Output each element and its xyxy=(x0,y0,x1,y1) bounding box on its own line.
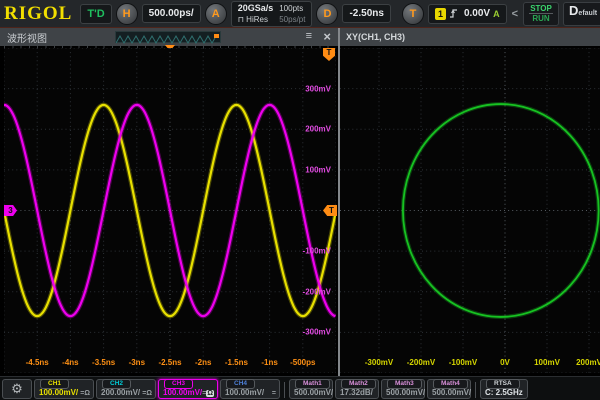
rising-edge-icon xyxy=(449,8,461,19)
rtsa-box[interactable]: RTSA C: 2.5GHz xyxy=(480,379,528,399)
close-icon[interactable]: × xyxy=(323,29,331,44)
axis-tick-label: -2ns xyxy=(195,358,211,367)
trigger-status-indicator: T'D xyxy=(80,4,111,24)
xy-view-title: XY(CH1, CH3) xyxy=(340,32,405,42)
axis-tick-label: -3.5ns xyxy=(92,358,115,367)
axis-tick-label: -100mV xyxy=(303,247,331,256)
menu-icon[interactable]: ≡ xyxy=(306,30,312,42)
channel-box-ch4[interactable]: CH4 100.00mV/ = xyxy=(220,379,280,399)
axis-tick-label: -1.5ns xyxy=(225,358,248,367)
default-button[interactable]: Default xyxy=(563,2,600,26)
axis-tick-label: 100mV xyxy=(534,358,560,367)
trigger-source-chip: 1 xyxy=(435,8,446,20)
axis-tick-label: 0V xyxy=(500,358,510,367)
axis-tick-label: 200mV xyxy=(576,358,600,367)
trigger-sweep-mode: A xyxy=(493,9,500,19)
oscilloscope-screen: RIGOL T'D H 500.00ps/ A 20GSa/s ⊓ HiRes … xyxy=(0,0,600,400)
axis-tick-label: 200mV xyxy=(305,125,331,134)
horizontal-button[interactable]: H xyxy=(116,3,138,25)
bottom-status-bar: ⚙ CH1 100.00mV/ =Ω CH2 200.00mV/ =Ω CH3 … xyxy=(0,376,600,400)
acquisition-button[interactable]: A xyxy=(205,3,227,25)
stop-run-button[interactable]: STOP RUN xyxy=(523,2,559,26)
sample-interval: 50ps/pt xyxy=(279,14,305,25)
collapse-toolbar-icon[interactable]: < xyxy=(511,8,519,20)
waveform-view-title: 波形视图 xyxy=(0,30,47,45)
trigger-level-value: 0.00V xyxy=(464,8,490,19)
separator xyxy=(284,382,285,398)
xy-trace xyxy=(340,48,600,373)
xy-plot-grid[interactable]: -300mV -200mV -100mV 0V 100mV 200mV xyxy=(340,48,600,373)
axis-tick-label: -4.5ns xyxy=(26,358,49,367)
settings-gear-button[interactable]: ⚙ xyxy=(2,379,32,399)
math1-box[interactable]: Math1 500.00mV/ xyxy=(289,379,333,399)
sample-rate: 20GSa/s xyxy=(238,3,274,14)
axis-tick-label: -300mV xyxy=(365,358,393,367)
axis-tick-label: -2.5ns xyxy=(158,358,181,367)
coupling-icon: = xyxy=(272,390,276,397)
acquisition-info[interactable]: 20GSa/s ⊓ HiRes 100pts 50ps/pt xyxy=(231,1,313,27)
separator xyxy=(475,382,476,398)
impedance-icon: Ω xyxy=(206,390,214,397)
delay-value[interactable]: -2.50ns xyxy=(342,4,390,23)
axis-tick-label: -300mV xyxy=(303,328,331,337)
top-toolbar: RIGOL T'D H 500.00ps/ A 20GSa/s ⊓ HiRes … xyxy=(0,0,600,28)
waveform-traces xyxy=(4,48,336,373)
delay-button[interactable]: D xyxy=(316,3,338,25)
math3-box[interactable]: Math3 500.00mV/ xyxy=(381,379,425,399)
stop-label: STOP xyxy=(529,4,553,14)
timebase-value[interactable]: 500.00ps/ xyxy=(142,4,201,23)
acq-mode-icon: ⊓ xyxy=(238,15,244,24)
axis-tick-label: -500ps xyxy=(290,358,315,367)
waveform-preview[interactable] xyxy=(115,31,221,43)
trigger-button[interactable]: T xyxy=(402,3,424,25)
channel-box-ch3[interactable]: CH3 100.00mV/ =Ω xyxy=(158,379,218,399)
axis-tick-label: 300mV xyxy=(305,84,331,93)
run-label: RUN xyxy=(532,14,549,23)
waveform-grid[interactable]: T T 3 300mV200mV100mV-100mV-200mV-300mV-… xyxy=(4,48,336,373)
impedance-icon: Ω xyxy=(84,390,90,397)
axis-tick-label: -200mV xyxy=(303,287,331,296)
memory-depth: 100pts xyxy=(279,3,305,14)
axis-tick-label: -4ns xyxy=(62,358,78,367)
channel-box-ch1[interactable]: CH1 100.00mV/ =Ω xyxy=(34,379,94,399)
math4-box[interactable]: Math4 500.00mV/ xyxy=(427,379,471,399)
xy-view-header: XY(CH1, CH3) xyxy=(340,28,600,46)
trigger-info[interactable]: 1 0.00V A xyxy=(428,4,507,24)
axis-tick-label: -1ns xyxy=(261,358,277,367)
waveform-view-header: 波形视图 ≡ × xyxy=(0,28,338,46)
impedance-icon: Ω xyxy=(146,390,152,397)
axis-tick-label: -200mV xyxy=(407,358,435,367)
acq-mode: HiRes xyxy=(246,15,268,24)
rigol-logo: RIGOL xyxy=(2,3,76,25)
channel-box-ch2[interactable]: CH2 200.00mV/ =Ω xyxy=(96,379,156,399)
axis-tick-label: -3ns xyxy=(129,358,145,367)
axis-tick-label: -100mV xyxy=(449,358,477,367)
axis-tick-label: 100mV xyxy=(305,165,331,174)
gear-icon: ⚙ xyxy=(11,381,23,397)
math2-box[interactable]: Math2 17.32dB/ xyxy=(335,379,379,399)
